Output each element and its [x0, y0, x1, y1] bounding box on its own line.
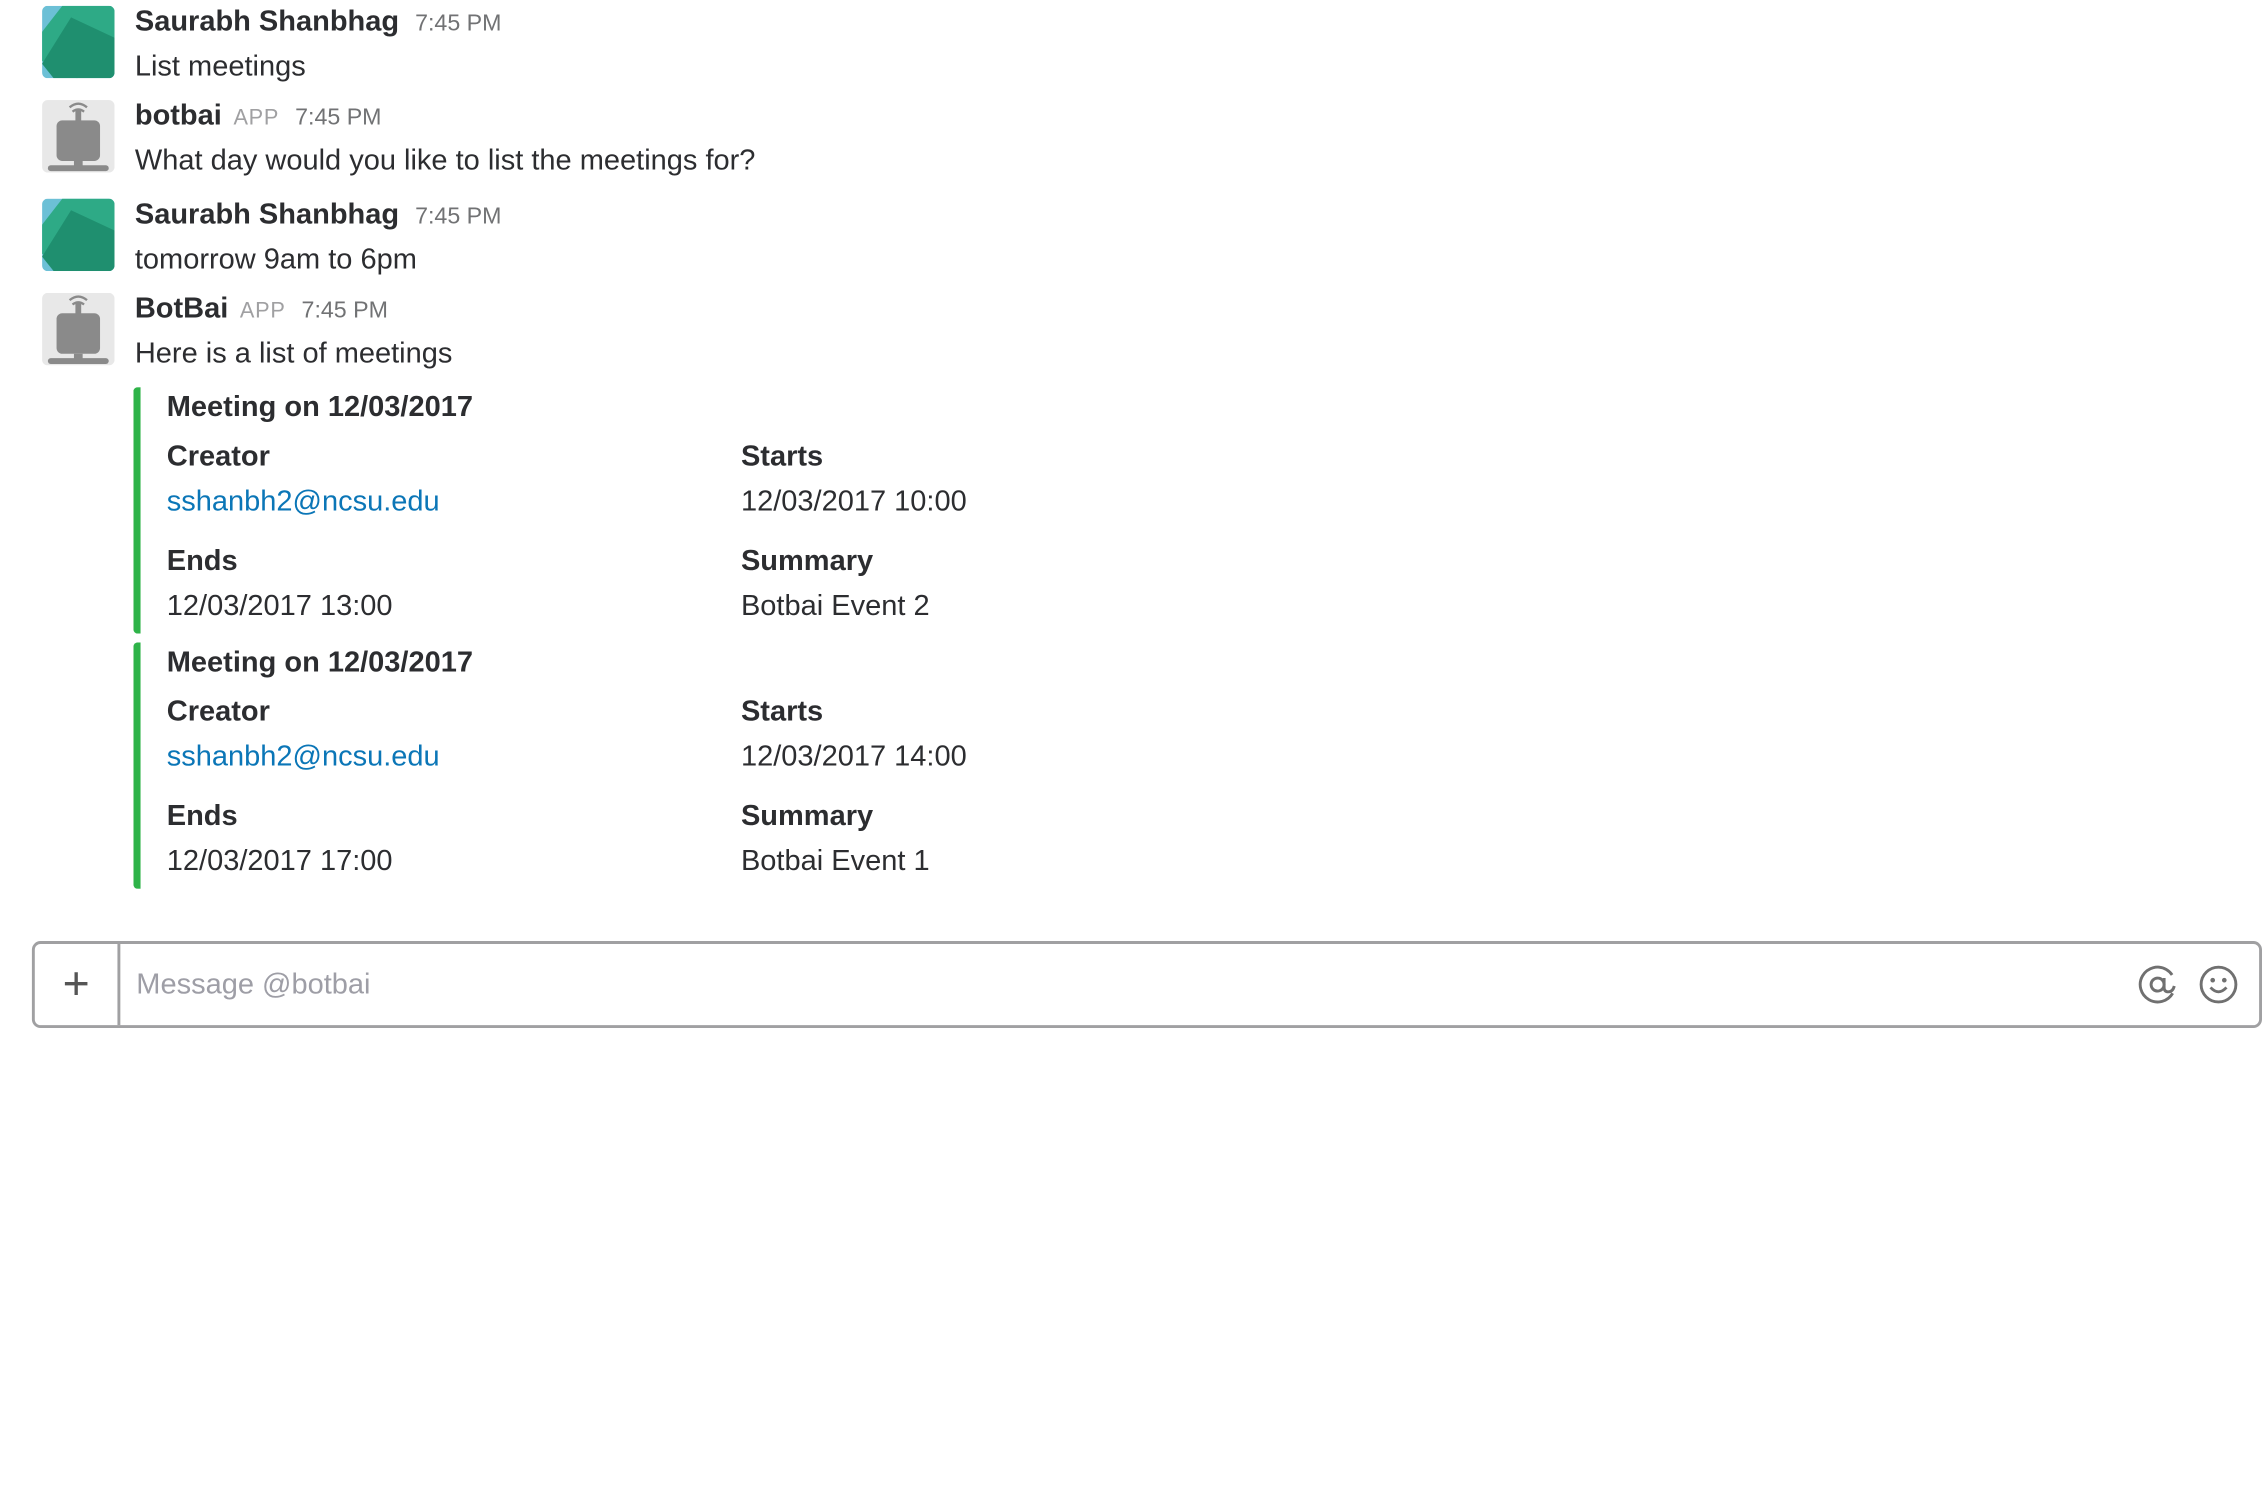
bot-avatar[interactable] — [42, 100, 115, 173]
message-timestamp[interactable]: 7:45 PM — [415, 204, 501, 230]
bot-avatar[interactable] — [42, 292, 115, 366]
field-starts: Starts 12/03/2017 14:00 — [741, 692, 967, 778]
field-label: Summary — [740, 800, 874, 833]
field-ends: Ends 12/03/2017 17:00 — [167, 796, 393, 882]
user-avatar[interactable] — [42, 5, 115, 79]
emoji-icon — [2199, 965, 2238, 1004]
field-value: 12/03/2017 10:00 — [740, 485, 967, 518]
meeting-attachment: Meeting on 12/03/2017 Creator sshanbh2@n… — [133, 387, 1155, 634]
user-avatar[interactable] — [42, 198, 115, 272]
sender-name[interactable]: BotBai — [135, 293, 228, 326]
sender-name[interactable]: Saurabh Shanbhag — [135, 6, 399, 39]
field-label: Ends — [166, 545, 238, 578]
field-creator: Creator sshanbh2@ncsu.edu — [167, 436, 440, 522]
field-creator: Creator sshanbh2@ncsu.edu — [167, 692, 440, 778]
message-text: tomorrow 9am to 6pm — [134, 243, 417, 276]
field-label: Ends — [166, 800, 238, 833]
app-badge: APP — [233, 105, 280, 131]
app-badge: APP — [239, 298, 286, 324]
message-text: Here is a list of meetings — [134, 337, 453, 370]
creator-email-link[interactable]: sshanbh2@ncsu.edu — [167, 737, 440, 778]
at-icon — [2138, 965, 2177, 1004]
field-label: Starts — [740, 440, 824, 473]
message-composer: + — [31, 941, 2263, 1029]
field-value: 12/03/2017 14:00 — [740, 740, 967, 773]
field-value: Botbai Event 1 — [740, 845, 930, 878]
message-timestamp[interactable]: 7:45 PM — [302, 299, 388, 325]
field-label: Summary — [740, 545, 874, 578]
add-attachment-button[interactable]: + — [35, 943, 121, 1026]
field-value: 12/03/2017 17:00 — [166, 845, 393, 878]
message-timestamp[interactable]: 7:45 PM — [415, 12, 501, 38]
field-value: 12/03/2017 13:00 — [166, 590, 393, 623]
field-value: Botbai Event 2 — [740, 590, 930, 623]
message-text: List meetings — [134, 50, 306, 83]
field-summary: Summary Botbai Event 1 — [741, 796, 930, 882]
chat-canvas: Saurabh Shanbhag 7:45 PM List meetings b… — [0, 0, 2266, 1508]
field-label: Starts — [740, 696, 824, 728]
plus-icon: + — [62, 956, 90, 1009]
field-label: Creator — [166, 696, 270, 728]
message-input[interactable] — [136, 943, 2094, 1026]
attachment-title: Meeting on 12/03/2017 — [166, 646, 473, 679]
field-summary: Summary Botbai Event 2 — [741, 541, 930, 627]
field-ends: Ends 12/03/2017 13:00 — [167, 541, 393, 627]
mention-button[interactable] — [2137, 964, 2178, 1005]
message-text: What day would you like to list the meet… — [134, 145, 756, 177]
creator-email-link[interactable]: sshanbh2@ncsu.edu — [167, 481, 440, 522]
field-starts: Starts 12/03/2017 10:00 — [741, 436, 967, 522]
message-timestamp[interactable]: 7:45 PM — [295, 106, 381, 132]
field-label: Creator — [166, 440, 270, 473]
sender-name[interactable]: botbai — [135, 100, 222, 133]
attachment-title: Meeting on 12/03/2017 — [166, 391, 473, 424]
emoji-button[interactable] — [2198, 964, 2239, 1005]
meeting-attachment: Meeting on 12/03/2017 Creator sshanbh2@n… — [133, 642, 1155, 889]
sender-name[interactable]: Saurabh Shanbhag — [135, 199, 399, 232]
